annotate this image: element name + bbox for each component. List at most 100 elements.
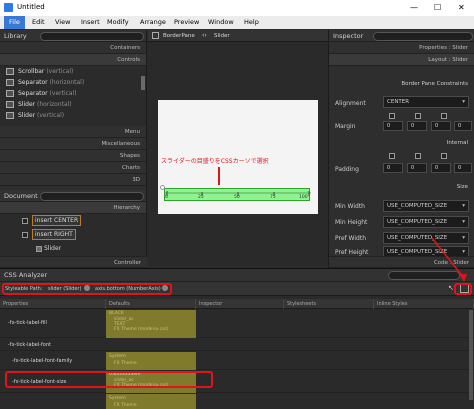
menu-modify[interactable]: Modify <box>107 18 129 26</box>
breadcrumb: BorderPane ‹› Slider <box>148 30 328 42</box>
maximize-button[interactable]: ☐ <box>434 3 441 12</box>
inspector-panel: Inspector Properties : Slider Layout : S… <box>328 30 474 268</box>
padding-label: Padding <box>335 166 359 173</box>
defaults-cell: BLACK slider_ac TEXT FX Theme (modena.cs… <box>106 310 196 338</box>
col-defaults[interactable]: Defaults <box>106 299 196 309</box>
tree-node-selected[interactable]: Slider <box>0 242 146 256</box>
library-item[interactable]: Separator (horizontal) <box>0 77 146 88</box>
section-charts[interactable]: Charts <box>0 162 146 174</box>
scene-builder-window: Untitled — ☐ ✕ File Edit View Insert Mod… <box>0 0 474 409</box>
document-search-input[interactable] <box>40 192 144 201</box>
tree-node-label: Slider <box>44 245 62 252</box>
table-row[interactable]: -fx-tick-label-font-family System FX The… <box>0 352 474 370</box>
css-analyzer-panel: CSS Analyzer Styleable Path: slider (Sli… <box>0 268 474 409</box>
menu-view[interactable]: View <box>55 18 70 26</box>
menu-help[interactable]: Help <box>244 18 259 26</box>
canvas-annotation: スライダーの目盛りをCSSカーソで選択 <box>161 158 269 165</box>
padding-right-field[interactable]: 0 <box>407 163 427 173</box>
tree-node[interactable]: insert CENTER <box>0 214 146 228</box>
design-canvas[interactable]: スライダーの目盛りをCSSカーソで選択 0 25 50 75 100 <box>158 100 318 214</box>
checkbox[interactable] <box>415 113 421 119</box>
menu-arrange[interactable]: Arrange <box>140 18 166 26</box>
defaults-cell: System FX Theme <box>106 352 196 370</box>
margin-left-field[interactable]: 0 <box>454 121 472 131</box>
section-shapes[interactable]: Shapes <box>0 150 146 162</box>
minimize-button[interactable]: — <box>410 3 418 12</box>
library-item[interactable]: Separator (vertical) <box>0 88 146 99</box>
section-menu[interactable]: Menu <box>0 126 146 138</box>
checkbox[interactable] <box>389 153 395 159</box>
size-title: Size <box>456 184 468 190</box>
close-button[interactable]: ✕ <box>458 3 465 12</box>
section-properties[interactable]: Properties : Slider <box>329 42 474 54</box>
library-item[interactable]: Slider (vertical) <box>0 110 146 121</box>
menu-file[interactable]: File <box>4 16 25 29</box>
table-header: Properties Defaults Inspector Stylesheet… <box>0 299 474 309</box>
library-item[interactable]: Scrollbar (vertical) <box>0 66 146 77</box>
padding-bottom-field[interactable]: 0 <box>431 163 451 173</box>
library-item[interactable]: Slider (horizontal) <box>0 99 146 110</box>
library-panel: Library Containers Controls Scrollbar (v… <box>0 30 147 190</box>
padding-top-field[interactable]: 0 <box>383 163 403 173</box>
min-width-select[interactable]: USE_COMPUTED_SIZE ▾ <box>383 200 469 212</box>
menu-window[interactable]: Window <box>208 18 234 26</box>
library-search-input[interactable] <box>40 32 144 41</box>
table-row[interactable]: -fx-tick-label-font <box>0 339 474 351</box>
padding-left-field[interactable]: 0 <box>454 163 472 173</box>
tree-node[interactable]: insert RIGHT <box>0 228 146 242</box>
min-height-select[interactable]: USE_COMPUTED_SIZE ▾ <box>383 216 469 228</box>
section-controls[interactable]: Controls <box>0 54 146 66</box>
min-width-label: Min Width <box>335 203 365 210</box>
inspector-search-input[interactable] <box>373 32 473 41</box>
breadcrumb-slider[interactable]: Slider <box>214 33 230 39</box>
library-scrollbar[interactable] <box>141 76 145 90</box>
table-row[interactable]: System FX Theme <box>0 394 474 409</box>
checkbox[interactable] <box>415 153 421 159</box>
col-inspector[interactable]: Inspector <box>196 299 284 309</box>
slider-control[interactable]: 0 25 50 75 100 <box>164 188 311 201</box>
separator-icon <box>6 79 14 86</box>
section-controller[interactable]: Controller <box>0 256 147 268</box>
app-icon <box>4 3 13 12</box>
pref-height-label: Pref Height <box>335 249 369 256</box>
checkbox[interactable] <box>441 113 447 119</box>
alignment-label: Alignment <box>335 100 366 107</box>
margin-top-field[interactable]: 0 <box>383 121 403 131</box>
property-name: -fx-tick-label-font-family <box>12 358 73 364</box>
alignment-select[interactable]: CENTER ▾ <box>383 96 469 108</box>
margin-right-field[interactable]: 0 <box>407 121 427 131</box>
table-scrollbar[interactable] <box>469 310 473 400</box>
tree-node-label: insert RIGHT <box>32 229 76 240</box>
annotation-arrow-to-analyzer <box>431 237 467 282</box>
section-miscellaneous[interactable]: Miscellaneous <box>0 138 146 150</box>
menu-preview[interactable]: Preview <box>174 18 199 26</box>
slider-thumb[interactable] <box>160 185 165 190</box>
menu-insert[interactable]: Insert <box>81 18 100 26</box>
library-list: Scrollbar (vertical) Separator (horizont… <box>0 66 146 126</box>
col-inline-styles[interactable]: Inline Styles <box>374 299 474 309</box>
margin-label: Margin <box>335 123 356 130</box>
checkbox[interactable] <box>389 113 395 119</box>
document-panel: Document Hierarchy insert CENTER insert … <box>0 190 147 268</box>
col-stylesheets[interactable]: Stylesheets <box>284 299 374 309</box>
property-name: -fx-tick-label-fill <box>8 320 47 326</box>
property-name: -fx-tick-label-font <box>8 342 51 348</box>
section-layout[interactable]: Layout : Slider <box>329 54 474 66</box>
section-hierarchy[interactable]: Hierarchy <box>0 202 146 214</box>
col-properties[interactable]: Properties <box>0 299 106 309</box>
content-area: BorderPane ‹› Slider スライダーの目盛りをCSSカーソで選択… <box>148 30 328 268</box>
table-row[interactable]: -fx-tick-label-fill BLACK slider_ac TEXT… <box>0 310 474 338</box>
margin-bottom-field[interactable]: 0 <box>431 121 451 131</box>
inspector-title: Inspector <box>333 32 364 40</box>
defaults-cell: System FX Theme <box>106 394 196 409</box>
section-3d[interactable]: 3D <box>0 174 146 186</box>
checkbox[interactable] <box>441 153 447 159</box>
path-highlight-box <box>2 283 172 295</box>
menu-edit[interactable]: Edit <box>32 18 45 26</box>
chevron-down-icon: ▾ <box>462 203 465 209</box>
slider-tick-label: 0 <box>165 195 168 200</box>
breadcrumb-borderpane[interactable]: BorderPane <box>163 33 195 39</box>
section-containers[interactable]: Containers <box>0 42 146 54</box>
slider-tick-label: 100 <box>299 195 308 200</box>
pref-width-label: Pref Width <box>335 235 366 242</box>
